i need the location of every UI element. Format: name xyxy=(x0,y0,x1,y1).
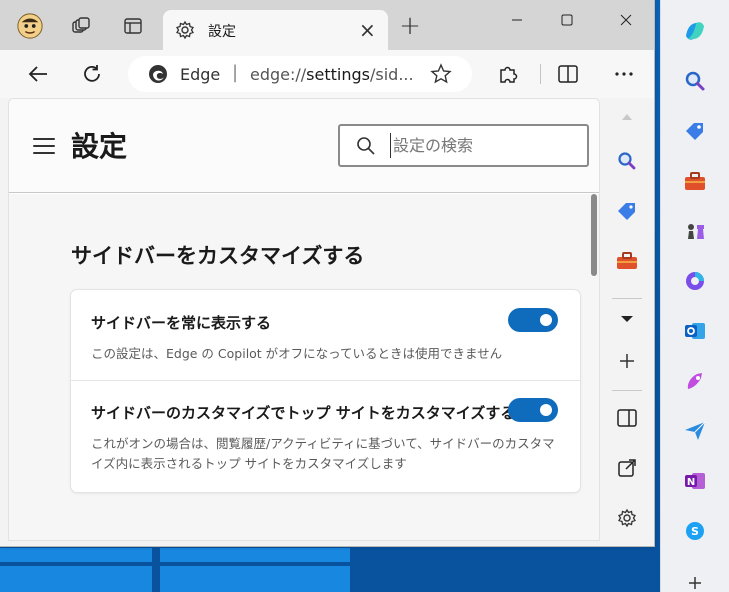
scroll-up-icon[interactable] xyxy=(612,102,642,132)
more-options-icon[interactable] xyxy=(608,58,640,90)
windows-logo-tile xyxy=(160,566,350,592)
toolbox-icon[interactable] xyxy=(678,164,712,198)
title-bar: 設定 × + xyxy=(0,0,654,50)
toolbar-divider xyxy=(540,64,541,84)
settings-search-box[interactable] xyxy=(338,124,589,167)
copilot-icon[interactable] xyxy=(678,14,712,48)
split-screen-icon[interactable] xyxy=(552,58,584,90)
search-icon[interactable] xyxy=(678,64,712,98)
plus-icon[interactable] xyxy=(612,346,642,376)
settings-header: 設定 xyxy=(9,99,599,193)
sidebar-separator xyxy=(612,390,642,391)
url-main: settings xyxy=(306,65,370,84)
settings-page: 設定 サイドバーをカスタマイズする サイドバーを常に表示する この設定は、Edg… xyxy=(8,98,600,541)
hamburger-menu-icon[interactable] xyxy=(33,135,55,157)
outlook-icon[interactable] xyxy=(678,314,712,348)
address-separator: | xyxy=(232,62,239,83)
windows-logo-tile xyxy=(0,548,152,562)
tab-title: 設定 xyxy=(208,24,236,40)
windows-logo-tile xyxy=(0,566,152,592)
section-title: サイドバーをカスタマイズする xyxy=(71,244,365,268)
send-icon[interactable] xyxy=(678,414,712,448)
row-divider xyxy=(71,380,580,381)
edge-sidebar-inner xyxy=(600,98,654,546)
chess-icon[interactable] xyxy=(678,214,712,248)
setting-row-title: サイドバーのカスタマイズでトップ サイトをカスタマイズする xyxy=(91,404,516,422)
minimize-button[interactable] xyxy=(494,4,540,36)
plus-icon[interactable] xyxy=(678,566,712,592)
windows-logo-tile xyxy=(160,548,350,562)
setting-row-description: この設定は、Edge の Copilot がオフになっているときは使用できません xyxy=(91,346,503,361)
address-url: edge://settings/sid... xyxy=(250,65,414,84)
gear-icon xyxy=(175,20,195,44)
navigation-toolbar: Edge | edge://settings/sid... xyxy=(0,50,654,98)
settings-card: サイドバーを常に表示する この設定は、Edge の Copilot がオフになっ… xyxy=(71,290,580,492)
onenote-icon[interactable]: N xyxy=(678,464,712,498)
search-icon xyxy=(356,136,376,160)
sidebar-separator xyxy=(612,298,642,299)
always-show-sidebar-toggle[interactable] xyxy=(508,308,558,332)
address-site-label: Edge xyxy=(180,65,221,84)
settings-gear-icon[interactable] xyxy=(612,503,642,533)
setting-row-description: これがオンの場合は、閲覧履歴/アクティビティに基づいて、サイドバーのカスタマイズ… xyxy=(91,436,555,471)
settings-scroll-area: サイドバーをカスタマイズする サイドバーを常に表示する この設定は、Edge の… xyxy=(9,194,599,540)
profile-avatar-icon[interactable] xyxy=(16,12,44,40)
back-button[interactable] xyxy=(22,58,54,90)
designer-icon[interactable] xyxy=(678,364,712,398)
close-window-button[interactable] xyxy=(603,4,649,36)
favorite-star-icon[interactable] xyxy=(430,63,452,89)
scrollbar-thumb[interactable] xyxy=(591,194,597,276)
tab-settings[interactable]: 設定 × xyxy=(163,10,388,50)
maximize-button[interactable] xyxy=(544,4,590,36)
tag-icon[interactable] xyxy=(678,114,712,148)
page-title: 設定 xyxy=(71,130,128,163)
caret-down-icon[interactable] xyxy=(612,304,642,334)
new-tab-button[interactable]: + xyxy=(396,11,424,41)
refresh-button[interactable] xyxy=(76,58,108,90)
vertical-tabs-icon[interactable] xyxy=(119,12,147,40)
url-suffix: /sid... xyxy=(369,65,414,84)
skype-icon[interactable]: S xyxy=(678,514,712,548)
browser-window: 設定 × + Edge | edge://settings/sid... 設定 … xyxy=(0,0,655,547)
microsoft365-icon[interactable] xyxy=(678,264,712,298)
customize-top-sites-toggle[interactable] xyxy=(508,398,558,422)
edge-logo-icon xyxy=(148,64,168,88)
close-tab-icon[interactable]: × xyxy=(359,18,376,42)
toolbox-icon[interactable] xyxy=(612,246,642,276)
extensions-icon[interactable] xyxy=(492,58,524,90)
svg-text:S: S xyxy=(691,525,699,538)
search-icon[interactable] xyxy=(612,146,642,176)
workspaces-icon[interactable] xyxy=(67,12,95,40)
open-external-icon[interactable] xyxy=(612,453,642,483)
sidebar-toggle-icon[interactable] xyxy=(612,403,642,433)
tag-icon[interactable] xyxy=(612,196,642,226)
address-bar[interactable]: Edge | edge://settings/sid... xyxy=(128,56,472,92)
url-prefix: edge:// xyxy=(250,65,307,84)
search-input[interactable] xyxy=(390,133,580,158)
setting-row-title: サイドバーを常に表示する xyxy=(91,314,272,332)
svg-text:N: N xyxy=(687,477,695,488)
edge-sidebar-outer: N S xyxy=(660,0,729,592)
